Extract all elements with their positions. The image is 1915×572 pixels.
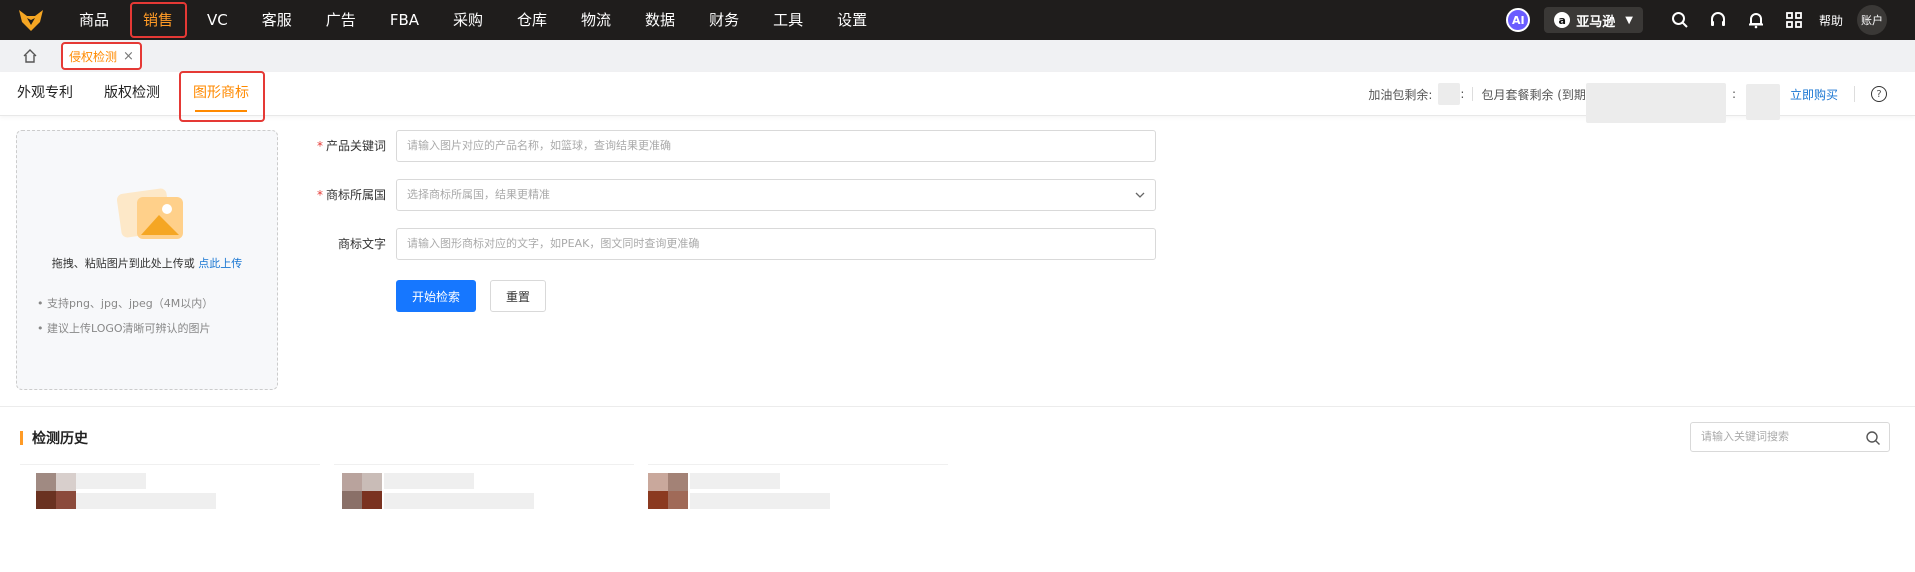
tab-copyright[interactable]: 版权检测: [104, 72, 160, 116]
highlight-box: [179, 71, 265, 122]
redacted-value: [1438, 83, 1461, 105]
country-select[interactable]: 选择商标所属国，结果更精准: [396, 179, 1156, 211]
trademark-text-label: 商标文字: [300, 235, 386, 252]
addon-quota-label: 加油包剩余:: [1368, 87, 1433, 102]
country-label: * 商标所属国: [300, 186, 386, 203]
chevron-down-icon: [1135, 180, 1145, 223]
trademark-text-label-text: 商标文字: [337, 237, 386, 251]
close-icon[interactable]: ×: [123, 49, 134, 64]
store-selector[interactable]: a 亚马逊 ▼: [1544, 7, 1643, 33]
nav-item-purchasing[interactable]: 采购: [436, 0, 500, 40]
help-link[interactable]: 帮助: [1819, 12, 1843, 29]
redacted-text: [384, 493, 534, 509]
history-search-placeholder: 请输入关键词搜索: [1701, 430, 1789, 443]
separator: [1854, 86, 1855, 102]
keyword-label: * 产品关键词: [300, 137, 386, 154]
upload-tip: • 支持png、jpg、jpeg（4M以内）: [37, 297, 214, 310]
upload-hint-text: 拖拽、粘贴图片到此处上传或: [51, 257, 195, 270]
history-card[interactable]: [334, 464, 634, 528]
tab-label: 版权检测: [104, 85, 160, 101]
redacted-value: [1585, 83, 1726, 123]
trademark-text-placeholder: 请输入图形商标对应的文字，如PEAK，图文同时查询更准确: [407, 237, 700, 250]
separator: [1472, 87, 1474, 101]
tab-figurative-trademark[interactable]: 图形商标: [179, 71, 265, 122]
trademark-text-input[interactable]: 请输入图形商标对应的文字，如PEAK，图文同时查询更准确: [396, 228, 1156, 260]
page-tab-bar: 侵权检测 ×: [0, 40, 1915, 72]
detection-subtabs: 外观专利 版权检测 图形商标 加油包剩余: : 包月套餐剩余 (到期 : 立即购…: [0, 71, 1915, 123]
keyword-placeholder: 请输入图片对应的产品名称，如篮球，查询结果更准确: [407, 139, 671, 152]
tab-design-patent[interactable]: 外观专利: [17, 72, 73, 116]
main-menu: 商品 销售 VC 客服 广告 FBA 采购 仓库 物流 数据 财务 工具 设置: [62, 0, 884, 40]
nav-item-logistics[interactable]: 物流: [564, 0, 628, 40]
help-icon[interactable]: ?: [1871, 86, 1887, 102]
nav-item-ads[interactable]: 广告: [309, 0, 373, 40]
fox-logo-icon[interactable]: [0, 0, 62, 40]
search-icon[interactable]: [1661, 0, 1699, 40]
history-search-input[interactable]: 请输入关键词搜索: [1690, 422, 1890, 452]
monthly-quota-label: 包月套餐剩余 (到期: [1481, 87, 1586, 102]
redacted-text: [690, 493, 830, 509]
tab-label: 外观专利: [17, 85, 73, 101]
start-search-button[interactable]: 开始检索: [396, 280, 476, 312]
nav-item-products[interactable]: 商品: [62, 0, 126, 40]
history-title: 检测历史: [20, 428, 88, 448]
history-thumbnail: [648, 473, 688, 509]
redacted-value: [1745, 84, 1780, 120]
nav-item-sales[interactable]: 销售: [126, 0, 190, 40]
store-selector-label: 亚马逊: [1576, 14, 1616, 30]
home-icon[interactable]: [15, 40, 45, 72]
ai-assistant-button[interactable]: AI: [1506, 8, 1531, 32]
required-mark: *: [316, 188, 323, 202]
upload-link[interactable]: 点此上传: [198, 257, 242, 270]
history-card[interactable]: [20, 464, 320, 528]
nav-item-warehouse[interactable]: 仓库: [500, 0, 564, 40]
country-placeholder: 选择商标所属国，结果更精准: [407, 188, 550, 201]
headset-icon[interactable]: [1699, 0, 1737, 40]
redacted-text: [690, 473, 780, 489]
keyword-label-text: 产品关键词: [325, 139, 386, 153]
search-icon[interactable]: [1865, 429, 1881, 457]
history-thumbnail: [36, 473, 76, 509]
nav-item-data[interactable]: 数据: [628, 0, 692, 40]
top-navigation-bar: 商品 销售 VC 客服 广告 FBA 采购 仓库 物流 数据 财务 工具 设置 AI a 亚马逊 ▼ 帮…: [0, 0, 1915, 40]
colon-text: :: [1460, 87, 1465, 101]
reset-button[interactable]: 重置: [490, 280, 546, 312]
bell-icon[interactable]: [1737, 0, 1775, 40]
redacted-text: [76, 473, 146, 489]
nav-item-tools[interactable]: 工具: [756, 0, 820, 40]
quota-summary: 加油包剩余: : 包月套餐剩余 (到期 : 立即购买 ?: [1368, 72, 1915, 123]
account-avatar[interactable]: 账户: [1857, 5, 1887, 35]
history-card[interactable]: [648, 464, 948, 528]
redacted-text: [76, 493, 216, 509]
nav-item-settings[interactable]: 设置: [820, 0, 884, 40]
redacted-text: [384, 473, 474, 489]
open-tab-infringement[interactable]: 侵权检测 ×: [61, 42, 142, 70]
nav-item-fba[interactable]: FBA: [373, 0, 436, 40]
section-divider: [0, 406, 1915, 407]
nav-item-vc[interactable]: VC: [190, 0, 245, 40]
upload-tip: • 建议上传LOGO清晰可辨认的图片: [37, 322, 211, 335]
amazon-icon: a: [1554, 12, 1571, 28]
apps-icon[interactable]: [1775, 0, 1813, 40]
open-tab-label: 侵权检测: [69, 49, 118, 64]
nav-item-customer-service[interactable]: 客服: [245, 0, 309, 40]
country-label-text: 商标所属国: [325, 188, 386, 202]
image-placeholder-icon: [116, 187, 193, 243]
nav-item-finance[interactable]: 财务: [692, 0, 756, 40]
caret-down-icon: ▼: [1625, 14, 1633, 26]
keyword-input[interactable]: 请输入图片对应的产品名称，如篮球，查询结果更准确: [396, 130, 1156, 162]
nav-right-tools: AI a 亚马逊 ▼ 帮助 账户: [1506, 0, 1915, 40]
required-mark: *: [316, 139, 323, 153]
buy-now-link[interactable]: 立即购买: [1790, 86, 1838, 103]
colon-text: :: [1731, 87, 1736, 101]
upload-hint: 拖拽、粘贴图片到此处上传或 点此上传: [17, 255, 277, 271]
image-upload-dropzone[interactable]: 拖拽、粘贴图片到此处上传或 点此上传 • 支持png、jpg、jpeg（4M以内…: [16, 130, 278, 390]
history-thumbnail: [342, 473, 382, 509]
